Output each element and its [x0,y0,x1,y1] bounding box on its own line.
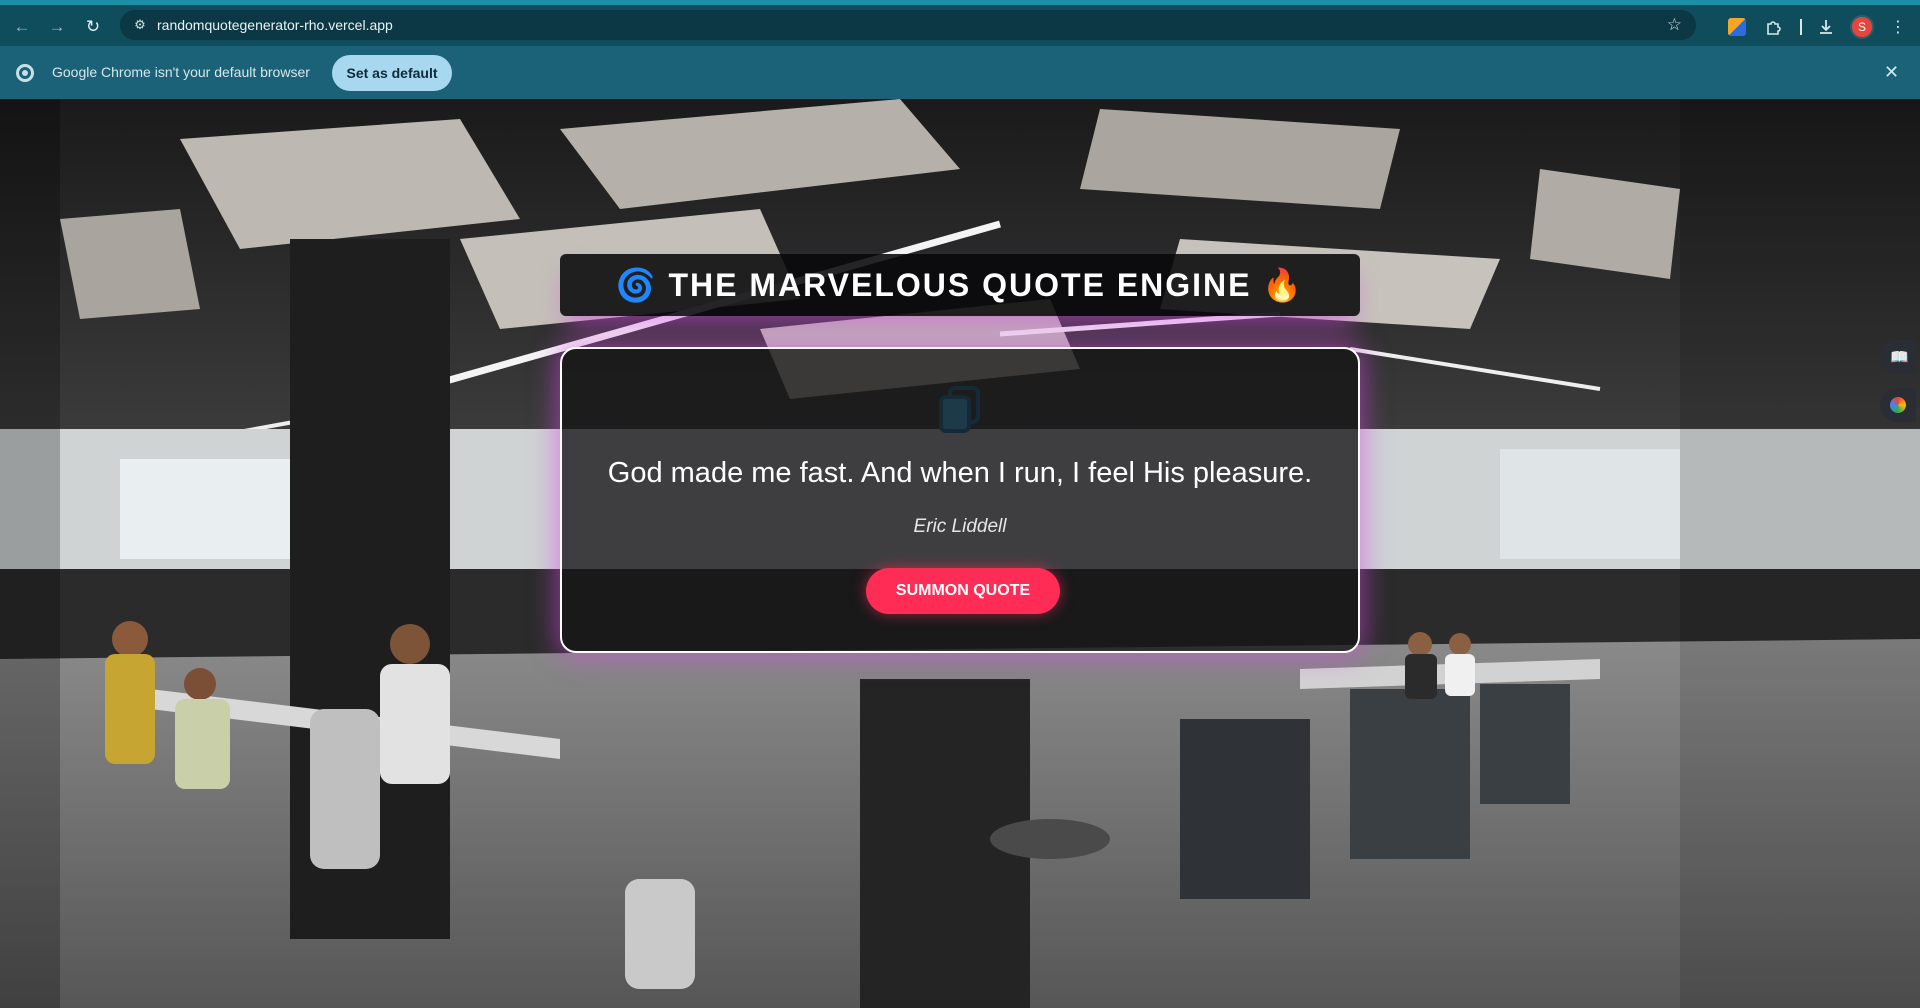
set-as-default-button[interactable]: Set as default [332,55,452,91]
browser-toolbar: ← → ↻ ⚙ randomquotegenerator-rho.vercel.… [0,0,1920,46]
color-wheel-icon[interactable] [1880,388,1916,422]
back-icon[interactable]: ← [9,14,35,40]
quote-author: Eric Liddell [913,516,1007,537]
url-text[interactable]: randomquotegenerator-rho.vercel.app [157,17,393,33]
extension-icon[interactable] [1728,18,1746,36]
kebab-menu-icon[interactable]: ⋮ [1887,16,1909,38]
forward-icon[interactable]: → [44,14,70,40]
reload-icon[interactable]: ↻ [80,14,106,40]
reading-mode-icon[interactable]: 📖 [1880,340,1916,374]
toolbar-separator [1800,19,1802,35]
copy-icon[interactable] [938,385,982,435]
star-icon[interactable]: ☆ [1667,15,1682,35]
site-info-icon[interactable]: ⚙ [132,17,148,33]
app-title: 🌀 THE MARVELOUS QUOTE ENGINE 🔥 [615,267,1305,303]
quote-text: God made me fast. And when I run, I feel… [607,457,1313,489]
address-bar[interactable]: ⚙ randomquotegenerator-rho.vercel.app ☆ [120,10,1696,40]
puzzle-icon[interactable] [1763,16,1785,38]
default-browser-infobar: Google Chrome isn't your default browser… [0,46,1920,99]
summon-quote-button[interactable]: SUMMON QUOTE [866,568,1060,614]
chrome-logo-icon [16,64,34,82]
close-icon[interactable]: ✕ [1884,62,1899,83]
app-title-bar: 🌀 THE MARVELOUS QUOTE ENGINE 🔥 [560,254,1360,316]
download-icon[interactable] [1815,16,1837,38]
infobar-message: Google Chrome isn't your default browser [52,64,310,80]
quote-card: God made me fast. And when I run, I feel… [560,347,1360,653]
profile-avatar[interactable]: S [1850,15,1874,39]
